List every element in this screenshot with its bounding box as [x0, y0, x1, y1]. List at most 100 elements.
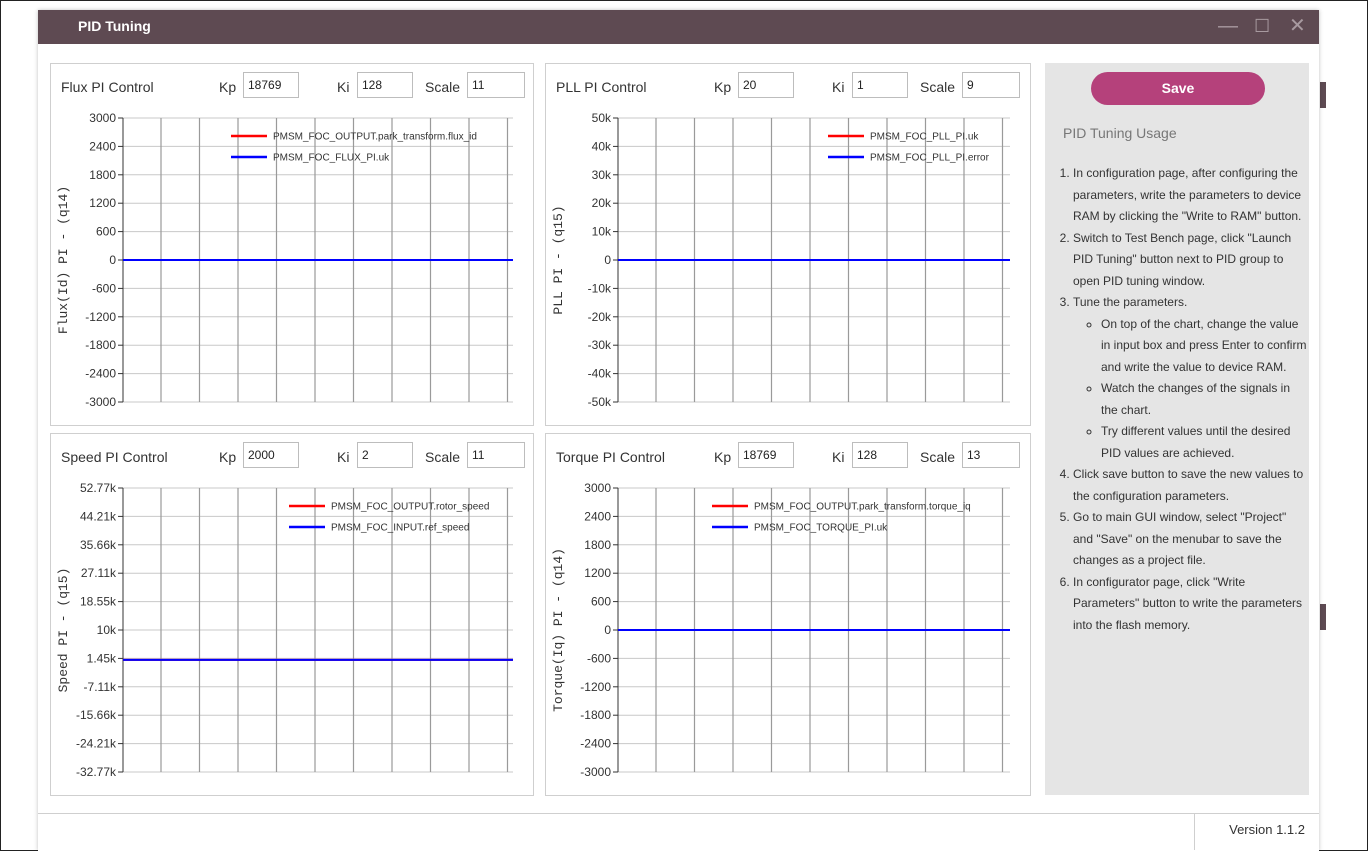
usage-substep: On top of the chart, change the value in… [1101, 314, 1307, 379]
y-tick-label: -10k [588, 281, 612, 295]
y-tick-label: -30k [588, 338, 612, 352]
background-window-fragment [1320, 82, 1326, 108]
pll-scale-input[interactable] [962, 72, 1020, 98]
torque-ki-input[interactable] [852, 442, 908, 468]
y-tick-label: 27.11k [81, 566, 117, 580]
pll-panel-header: PLL PI Control Kp Ki Scale [546, 64, 1030, 106]
maximize-icon[interactable]: ☐ [1254, 15, 1270, 37]
y-tick-label: 10k [592, 225, 612, 239]
y-tick-label: 44.21k [80, 509, 117, 523]
flux-panel-header: Flux PI Control Kp Ki Scale [51, 64, 533, 106]
y-tick-label: -1200 [580, 680, 611, 694]
y-tick-label: 3000 [584, 481, 611, 495]
flux-kp-input[interactable] [243, 72, 299, 98]
y-tick-label: -600 [92, 281, 116, 295]
y-tick-label: 40k [592, 139, 612, 153]
pll-chart[interactable]: 50k 40k 30k 20k 10k 0 -10k -20k -30k -40k -50k PLL … [546, 106, 1030, 425]
flux-kp-label: Kp [219, 79, 237, 95]
speed-kp-label: Kp [219, 449, 237, 465]
save-button[interactable]: Save [1091, 72, 1265, 105]
y-tick-label: -2400 [580, 737, 611, 751]
y-tick-label: 20k [592, 196, 612, 210]
flux-scale-label: Scale [425, 79, 461, 95]
y-tick-label: 600 [591, 595, 611, 609]
y-tick-label: 1.45k [87, 651, 117, 665]
speed-kp-input[interactable] [243, 442, 299, 468]
window-title: PID Tuning [78, 18, 151, 34]
y-tick-label: 2400 [89, 139, 116, 153]
pll-panel-title: PLL PI Control [556, 79, 647, 95]
y-tick-label: -40k [588, 367, 612, 381]
speed-chart[interactable]: 52.77k 44.21k 35.66k 27.11k 18.55k 10k 1.45k -7… [51, 476, 533, 795]
y-tick-label: 52.77k [80, 481, 117, 495]
flux-chart[interactable]: 3000 2400 1800 1200 600 0 -600 -1200 -1800 -2400 -… [51, 106, 533, 425]
flux-ki-label: Ki [337, 79, 350, 95]
torque-panel-header: Torque PI Control Kp Ki Scale [546, 434, 1030, 476]
pll-ki-input[interactable] [852, 72, 908, 98]
pll-ki-label: Ki [832, 79, 845, 95]
pid-tuning-window: PID Tuning — ☐ ✕ Flux PI Control Kp Ki S… [38, 10, 1319, 851]
footer-separator [1194, 814, 1195, 850]
flux-scale-input[interactable] [467, 72, 525, 98]
torque-scale-input[interactable] [962, 442, 1020, 468]
y-tick-label: 1200 [584, 566, 611, 580]
y-tick-label: -1200 [85, 310, 116, 324]
speed-scale-input[interactable] [467, 442, 525, 468]
torque-kp-input[interactable] [738, 442, 794, 468]
footer-divider [38, 813, 1319, 814]
legend-label: PMSM_FOC_OUTPUT.park_transform.torque_iq [754, 502, 971, 513]
flux-ki-input[interactable] [357, 72, 413, 98]
legend-label: PMSM_FOC_INPUT.ref_speed [331, 523, 469, 534]
pll-scale-label: Scale [920, 79, 956, 95]
speed-panel: Speed PI Control Kp Ki Scale 52.77k 44.21… [50, 433, 534, 796]
y-tick-label: -3000 [85, 395, 116, 409]
y-tick-label: -20k [588, 310, 612, 324]
pll-kp-label: Kp [714, 79, 732, 95]
y-tick-label: 2400 [584, 509, 611, 523]
minimize-icon[interactable]: — [1218, 15, 1238, 37]
speed-panel-title: Speed PI Control [61, 449, 168, 465]
y-tick-label: -2400 [85, 367, 116, 381]
title-bar[interactable]: PID Tuning — ☐ ✕ [38, 10, 1319, 44]
y-tick-label: 10k [97, 623, 117, 637]
torque-panel: Torque PI Control Kp Ki Scale 3000 2400 18… [545, 433, 1031, 796]
y-tick-label: 1800 [89, 168, 116, 182]
legend-label: PMSM_FOC_OUTPUT.rotor_speed [331, 502, 489, 513]
y-tick-label: -50k [588, 395, 612, 409]
torque-kp-label: Kp [714, 449, 732, 465]
y-tick-label: -7.11k [84, 680, 117, 694]
y-tick-label: -3000 [580, 765, 611, 779]
y-tick-label: 1200 [89, 196, 116, 210]
legend-label: PMSM_FOC_TORQUE_PI.uk [754, 523, 888, 534]
y-axis-label: PLL PI - (q15) [551, 205, 566, 314]
usage-title: PID Tuning Usage [1063, 125, 1177, 141]
y-tick-label: -15.66k [76, 708, 117, 722]
y-tick-label: 30k [592, 168, 612, 182]
y-tick-label: 18.55k [80, 595, 117, 609]
usage-instructions: In configuration page, after configuring… [1059, 163, 1307, 636]
usage-sidebar: Save PID Tuning Usage In configuration p… [1045, 63, 1309, 795]
speed-ki-input[interactable] [357, 442, 413, 468]
y-tick-label: -600 [587, 651, 611, 665]
y-tick-label: 0 [109, 253, 116, 267]
usage-step: In configurator page, click "Write Param… [1073, 572, 1307, 637]
pll-kp-input[interactable] [738, 72, 794, 98]
speed-ki-label: Ki [337, 449, 350, 465]
pll-panel: PLL PI Control Kp Ki Scale 50k 40k 30k 20k 1… [545, 63, 1031, 426]
y-tick-label: -24.21k [76, 737, 117, 751]
background-window-fragment [1320, 604, 1326, 630]
flux-panel-title: Flux PI Control [61, 79, 154, 95]
y-tick-label: -1800 [580, 708, 611, 722]
y-axis-label: Torque(Iq) PI - (q14) [551, 548, 566, 712]
version-label: Version 1.1.2 [1229, 822, 1305, 837]
y-tick-label: 50k [592, 111, 612, 125]
legend-label: PMSM_FOC_OUTPUT.park_transform.flux_id [273, 132, 477, 143]
speed-panel-header: Speed PI Control Kp Ki Scale [51, 434, 533, 476]
y-tick-label: 35.66k [80, 538, 117, 552]
y-axis-label: Flux(Id) PI - (q14) [56, 186, 71, 334]
close-icon[interactable]: ✕ [1289, 15, 1306, 37]
speed-scale-label: Scale [425, 449, 461, 465]
legend-label: PMSM_FOC_PLL_PI.error [870, 153, 990, 164]
torque-panel-title: Torque PI Control [556, 449, 665, 465]
torque-chart[interactable]: 3000 2400 1800 1200 600 0 -600 -1200 -1800 -2400 -… [546, 476, 1030, 795]
